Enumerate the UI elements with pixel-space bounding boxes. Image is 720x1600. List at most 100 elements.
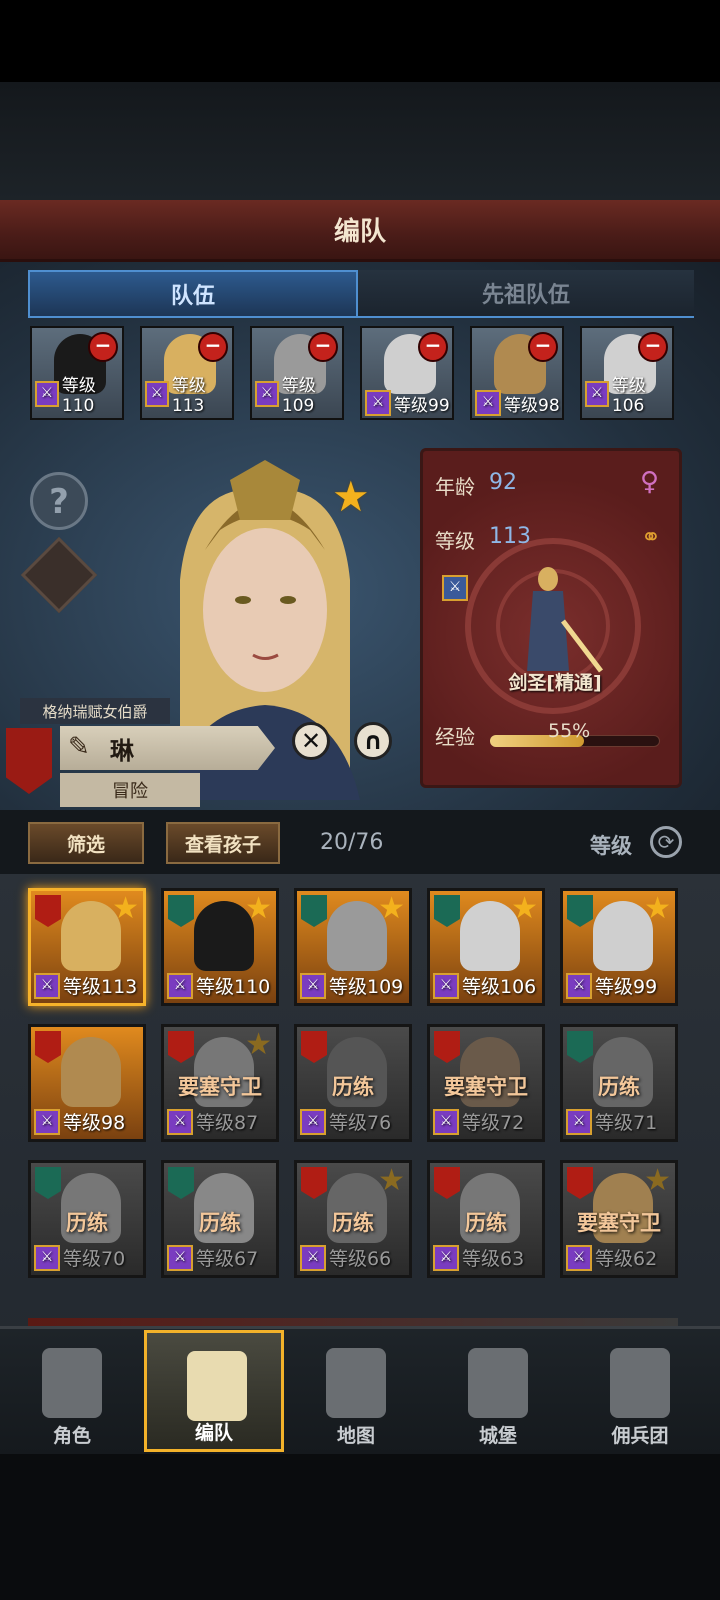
remove-member-icon[interactable]: − <box>308 332 338 362</box>
nav-knight[interactable]: 角色 <box>2 1330 142 1452</box>
card-level-text: 等级62 <box>595 1248 658 1270</box>
roster-card[interactable]: 历练 ⚔ 等级76 <box>294 1024 412 1142</box>
remove-member-icon[interactable]: − <box>198 332 228 362</box>
class-icon: ⚔ <box>433 1244 459 1271</box>
hero-activity: 要塞守卫 <box>577 1211 661 1235</box>
card-level-text: 等级70 <box>63 1248 126 1270</box>
team-member-slot[interactable]: − ⚔ 等级99 <box>360 326 454 420</box>
class-icon: ⚔ <box>365 390 391 416</box>
class-icon: ⚔ <box>300 972 326 999</box>
hero-face <box>61 1037 121 1107</box>
nav-label: 城堡 <box>478 1425 517 1447</box>
hero-activity: 历练 <box>598 1075 640 1099</box>
favorite-star-icon[interactable]: ★ <box>332 472 370 521</box>
remove-member-icon[interactable]: − <box>88 332 118 362</box>
hero-activity: 历练 <box>465 1211 507 1235</box>
star-icon: ★ <box>644 891 671 926</box>
member-level: ⚔ 等级113 <box>142 371 232 416</box>
dismiss-icon[interactable]: ✕ <box>292 722 330 760</box>
exp-label: 经验 <box>435 725 475 749</box>
class-icon: ⚔ <box>566 972 592 999</box>
card-level-text: 等级109 <box>329 976 404 998</box>
class-icon: ⚔ <box>566 1108 592 1135</box>
nav-helmet[interactable]: 编队 <box>144 1330 284 1452</box>
member-level-text: 等级113 <box>171 376 206 416</box>
view-children-button[interactable]: 查看孩子 <box>166 822 280 864</box>
member-level-text: 等级110 <box>61 376 96 416</box>
star-icon: ★ <box>511 891 538 926</box>
level-label: 等级 <box>435 529 475 553</box>
class-icon: ⚔ <box>433 1108 459 1135</box>
hero-activity: 要塞守卫 <box>178 1075 262 1099</box>
remove-member-icon[interactable]: − <box>418 332 448 362</box>
hero-activity: 历练 <box>332 1075 374 1099</box>
sort-toggle-icon[interactable]: ⟳ <box>650 826 682 858</box>
class-icon: ⚔ <box>300 1108 326 1135</box>
hero-name-plate[interactable]: ✎ 琳 <box>60 726 275 770</box>
top-backdrop <box>0 82 720 200</box>
house-shield-icon <box>35 895 61 927</box>
card-level: ⚔ 等级76 <box>297 1108 409 1135</box>
star-icon: ★ <box>245 1027 272 1062</box>
card-level: ⚔ 等级72 <box>430 1108 542 1135</box>
hero-title: 格纳瑞赋女伯爵 <box>20 698 170 724</box>
nav-compass[interactable]: 地图 <box>286 1330 426 1452</box>
roster-card[interactable]: ★ ⚔ 等级106 <box>427 888 545 1006</box>
remove-member-icon[interactable]: − <box>638 332 668 362</box>
tab-team[interactable]: 队伍 <box>28 270 358 318</box>
house-shield-icon <box>434 1167 460 1199</box>
card-level: ⚔ 等级106 <box>430 972 542 999</box>
nav-mercenary[interactable]: 佣兵团 <box>570 1330 710 1452</box>
nav-label: 角色 <box>52 1425 91 1447</box>
member-level: ⚔ 等级98 <box>472 390 562 416</box>
class-icon: ⚔ <box>34 1108 60 1135</box>
system-bottom <box>0 1454 720 1600</box>
team-member-slot[interactable]: − ⚔ 等级113 <box>140 326 234 420</box>
roster-card[interactable]: ★ ⚔ 等级99 <box>560 888 678 1006</box>
roster-card[interactable]: 历练 ⚔ 等级71 <box>560 1024 678 1142</box>
nav-castle[interactable]: 城堡 <box>428 1330 568 1452</box>
card-level-text: 等级63 <box>462 1248 525 1270</box>
roster-card[interactable]: ★ 要塞守卫 ⚔ 等级87 <box>161 1024 279 1142</box>
card-level: ⚔ 等级110 <box>164 972 276 999</box>
roster-card[interactable]: ★ ⚔ 等级110 <box>161 888 279 1006</box>
age-value: 92 <box>489 470 517 495</box>
roster-card[interactable]: ★ 历练 ⚔ 等级66 <box>294 1160 412 1278</box>
class-icon: ⚔ <box>35 380 59 407</box>
house-shield-icon <box>168 1167 194 1199</box>
mercenary-icon <box>610 1348 670 1418</box>
house-shield-icon <box>301 895 327 927</box>
card-level: ⚔ 等级62 <box>563 1244 675 1271</box>
horseshoe-icon[interactable]: ∩ <box>354 722 392 760</box>
roster-card[interactable]: ★ ⚔ 等级109 <box>294 888 412 1006</box>
member-level-text: 等级99 <box>394 395 450 416</box>
member-level-text: 等级106 <box>611 376 646 416</box>
nav-label: 编队 <box>194 1422 233 1444</box>
star-icon: ★ <box>378 1163 405 1198</box>
house-shield-icon <box>434 895 460 927</box>
helmet-icon <box>187 1351 247 1421</box>
roster-card[interactable]: 历练 ⚔ 等级67 <box>161 1160 279 1278</box>
tab-ancestor-team[interactable]: 先祖队伍 <box>358 270 694 318</box>
class-icon: ⚔ <box>475 390 501 416</box>
roster-card[interactable]: ★ ⚔ 等级113 <box>28 888 146 1006</box>
roster-card[interactable]: ★ 要塞守卫 ⚔ 等级62 <box>560 1160 678 1278</box>
card-level-text: 等级72 <box>462 1112 525 1134</box>
class-name: 剑圣[精通] <box>508 672 602 694</box>
help-icon[interactable]: ? <box>30 472 88 530</box>
card-level: ⚔ 等级67 <box>164 1244 276 1271</box>
remove-member-icon[interactable]: − <box>528 332 558 362</box>
team-member-slot[interactable]: − ⚔ 等级110 <box>30 326 124 420</box>
card-level-text: 等级113 <box>63 976 138 998</box>
roster-card[interactable]: ⚔ 等级98 <box>28 1024 146 1142</box>
sort-label[interactable]: 等级 <box>590 830 632 860</box>
team-member-slot[interactable]: − ⚔ 等级109 <box>250 326 344 420</box>
rename-icon[interactable]: ✎ <box>68 732 90 762</box>
class-icon: ⚔ <box>566 1244 592 1271</box>
team-member-slot[interactable]: − ⚔ 等级98 <box>470 326 564 420</box>
team-member-slot[interactable]: − ⚔ 等级106 <box>580 326 674 420</box>
roster-card[interactable]: 历练 ⚔ 等级63 <box>427 1160 545 1278</box>
filter-button[interactable]: 筛选 <box>28 822 144 864</box>
roster-card[interactable]: 历练 ⚔ 等级70 <box>28 1160 146 1278</box>
roster-card[interactable]: 要塞守卫 ⚔ 等级72 <box>427 1024 545 1142</box>
